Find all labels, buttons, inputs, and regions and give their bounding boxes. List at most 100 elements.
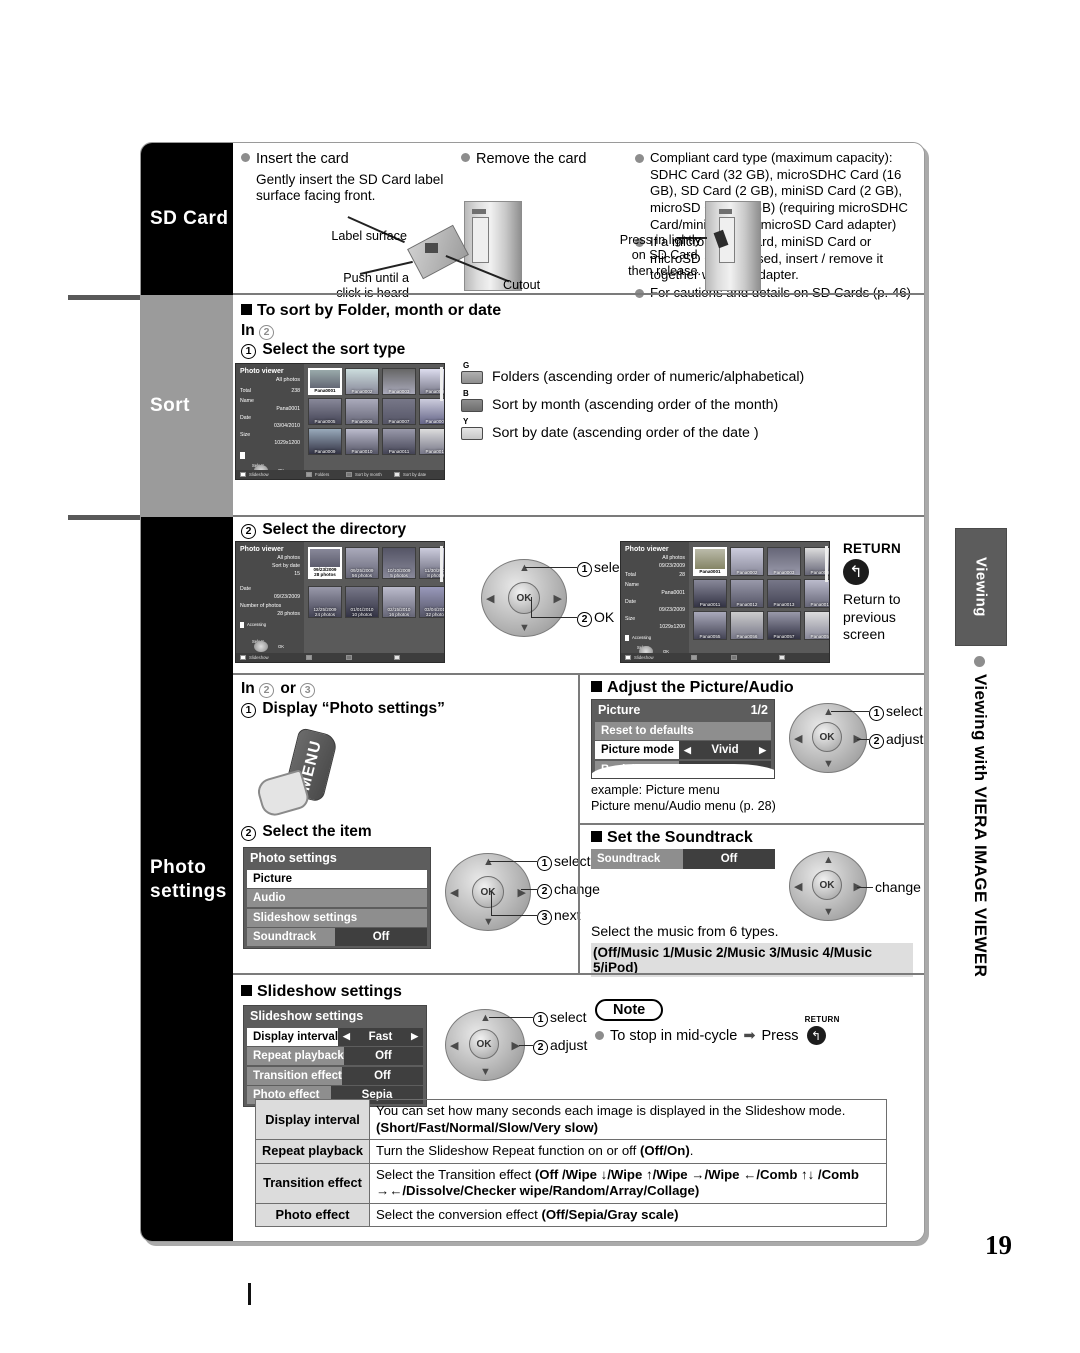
label-surface-callout: Label surface [331, 229, 407, 243]
menu-row-reset[interactable]: Reset to defaults [595, 721, 771, 740]
slot-label [719, 209, 732, 214]
soundtrack-block: Set the Soundtrack Soundtrack Off ▲ ▼ ◀ … [591, 827, 921, 977]
menu-row-audio[interactable]: Audio [247, 889, 427, 907]
bullet-icon [461, 153, 470, 162]
sort-heading: To sort by Folder, month or date [241, 302, 918, 320]
sd-card-slot [472, 217, 489, 263]
menu-row-value: Off [341, 1066, 423, 1085]
tv-screen-result: Photo viewer All photos 09/23/2009 Total… [620, 541, 830, 663]
dpad-down-icon[interactable]: ▼ [483, 916, 494, 928]
picture-menu-page: 1/2 [750, 703, 768, 717]
menu-row-display-interval[interactable]: Display interval ◀ Fast ▶ [247, 1027, 423, 1046]
scrollbar[interactable] [440, 367, 443, 401]
menu-row-picture[interactable]: Picture [247, 869, 427, 888]
dpad-soundtrack[interactable]: ▲ ▼ ◀ ▶ OK [789, 851, 867, 921]
dpad-adjust[interactable]: ▲ ▼ ◀ ▶ OK [789, 703, 867, 773]
dpad-ok-button[interactable]: OK [812, 870, 842, 900]
menu-row-soundtrack[interactable]: Soundtrack Off [591, 849, 775, 869]
square-bullet-icon [241, 304, 252, 315]
sd-card-graphic [407, 224, 469, 280]
sort-in-line: In 2 [241, 322, 918, 340]
dpad-ok-button[interactable]: OK [508, 582, 540, 614]
dpad-right-icon[interactable]: ▶ [554, 592, 562, 605]
scrollbar[interactable] [440, 546, 443, 582]
menu-row-label: Audio [253, 892, 286, 904]
return-icon[interactable]: ↰ [806, 1026, 826, 1045]
dpad-slideshow[interactable]: ▲ ▼ ◀ ▶ OK [445, 1009, 525, 1081]
spec-key: Display interval [254, 1099, 371, 1140]
dpad-left-icon[interactable]: ◀ [794, 732, 802, 745]
menu-row-slideshow-settings[interactable]: Slideshow settings [247, 908, 427, 927]
tv-field-value: Pana0001 [276, 406, 300, 412]
dpad-down-icon[interactable]: ▼ [480, 1066, 491, 1078]
menu-row-picture-mode[interactable]: Picture mode ◀ Vivid ▶ [595, 741, 771, 759]
green-key-icon[interactable]: G [461, 361, 483, 384]
tv-bar-label: Slideshow [634, 655, 654, 660]
select-directory-section: 2 Select the directory Photo viewer All … [233, 517, 924, 675]
dpad-photo-settings[interactable]: ▲ ▼ ◀ ▶ OK [445, 853, 531, 931]
dpad-left-icon[interactable]: ◀ [486, 592, 494, 605]
dpad-ok-button[interactable]: OK [469, 1029, 499, 1059]
thumbnail-caption: Pana0055 [699, 634, 721, 639]
dpad-left-icon[interactable]: ◀ [450, 1039, 458, 1052]
section-label-sort-text: Sort [150, 395, 190, 416]
tv-bar-label: Sort by month [355, 472, 382, 477]
color-key-icon [394, 655, 400, 660]
dpad-directory[interactable]: ▲ ▼ ◀ ▶ OK [481, 559, 567, 637]
sd-remove-block: Remove the card [461, 150, 631, 168]
color-key-icon [625, 655, 631, 660]
menu-title: Photo settings [244, 848, 430, 868]
dpad-ok-button[interactable]: OK [472, 876, 504, 908]
sort-section: To sort by Folder, month or date In 2 1 … [233, 295, 924, 517]
return-line3: screen [843, 626, 886, 642]
right-arrow-icon[interactable]: ▶ [754, 745, 771, 756]
arrow-right-icon: ➡ [743, 1027, 756, 1044]
spec-plain: You can set how many seconds each image … [376, 1103, 846, 1118]
leader-line [489, 1017, 533, 1019]
menu-row-value: Off [335, 928, 427, 946]
menu-row-label: Soundtrack [597, 853, 661, 865]
color-key-icon [306, 655, 312, 660]
dpad-left-icon[interactable]: ◀ [450, 886, 458, 899]
section-label-column: SD Card Sort Photo settings [141, 143, 233, 1241]
thumbnail: Pana0011 [382, 428, 416, 455]
left-arrow-icon[interactable]: ◀ [338, 1031, 355, 1042]
dpad-left-icon[interactable]: ◀ [794, 880, 802, 893]
menu-button-illustration: MENU [254, 727, 365, 819]
thumbnail: Pana0058 [804, 611, 829, 640]
folder-thumb: 09/23/2009 28 photos [308, 547, 342, 579]
step-circle: 1 [241, 343, 256, 359]
spec-bold: (Off/Sepia/Gray scale) [541, 1206, 679, 1222]
adjust-picture-heading: Adjust the Picture/Audio [591, 679, 917, 697]
spec-bold: (Short/Fast/Normal/Slow/Very slow) [376, 1119, 599, 1135]
spec-value: Select the Transition effect (Off /Wipe … [369, 1162, 887, 1204]
color-key-icon [691, 655, 697, 660]
thumbnail-caption: Pana0011 [388, 449, 410, 454]
thumbnail-caption: Pana0009 [314, 449, 336, 454]
note-text-a: To stop in mid-cycle [610, 1027, 738, 1044]
dpad-down-icon[interactable]: ▼ [519, 622, 530, 634]
scrollbar[interactable] [825, 546, 828, 582]
menu-row-repeat-playback[interactable]: Repeat playback Off [247, 1047, 423, 1065]
photo-label-line2: settings [150, 881, 227, 902]
menu-row-value: Off [683, 849, 775, 869]
dpad-note-adjust: 2 adjust [533, 1037, 587, 1055]
yellow-key-icon[interactable]: Y [461, 417, 483, 440]
dpad-down-icon[interactable]: ▼ [823, 906, 834, 918]
menu-row-transition-effect[interactable]: Transition effect Off [247, 1066, 423, 1085]
return-icon[interactable]: ↰ [843, 559, 869, 585]
dpad-right-icon[interactable]: ▶ [518, 886, 526, 899]
dpad-down-icon[interactable]: ▼ [823, 758, 834, 770]
side-tab-viewing[interactable]: Viewing [955, 528, 1007, 646]
blue-key-icon[interactable]: B [461, 389, 483, 412]
dpad-up-icon[interactable]: ▲ [823, 854, 834, 866]
right-arrow-icon[interactable]: ▶ [406, 1031, 423, 1042]
dpad-ok-button[interactable]: OK [812, 722, 842, 752]
step-circle: 2 [869, 733, 884, 749]
note-pill: Note [595, 999, 664, 1021]
left-arrow-icon[interactable]: ◀ [679, 745, 696, 756]
caption-line2: Picture menu/Audio menu (p. 28) [591, 798, 776, 813]
step-circle: 2 [577, 611, 592, 627]
thumbnail: Pana0003 [767, 547, 801, 576]
menu-row-soundtrack[interactable]: Soundtrack Off [247, 928, 427, 946]
